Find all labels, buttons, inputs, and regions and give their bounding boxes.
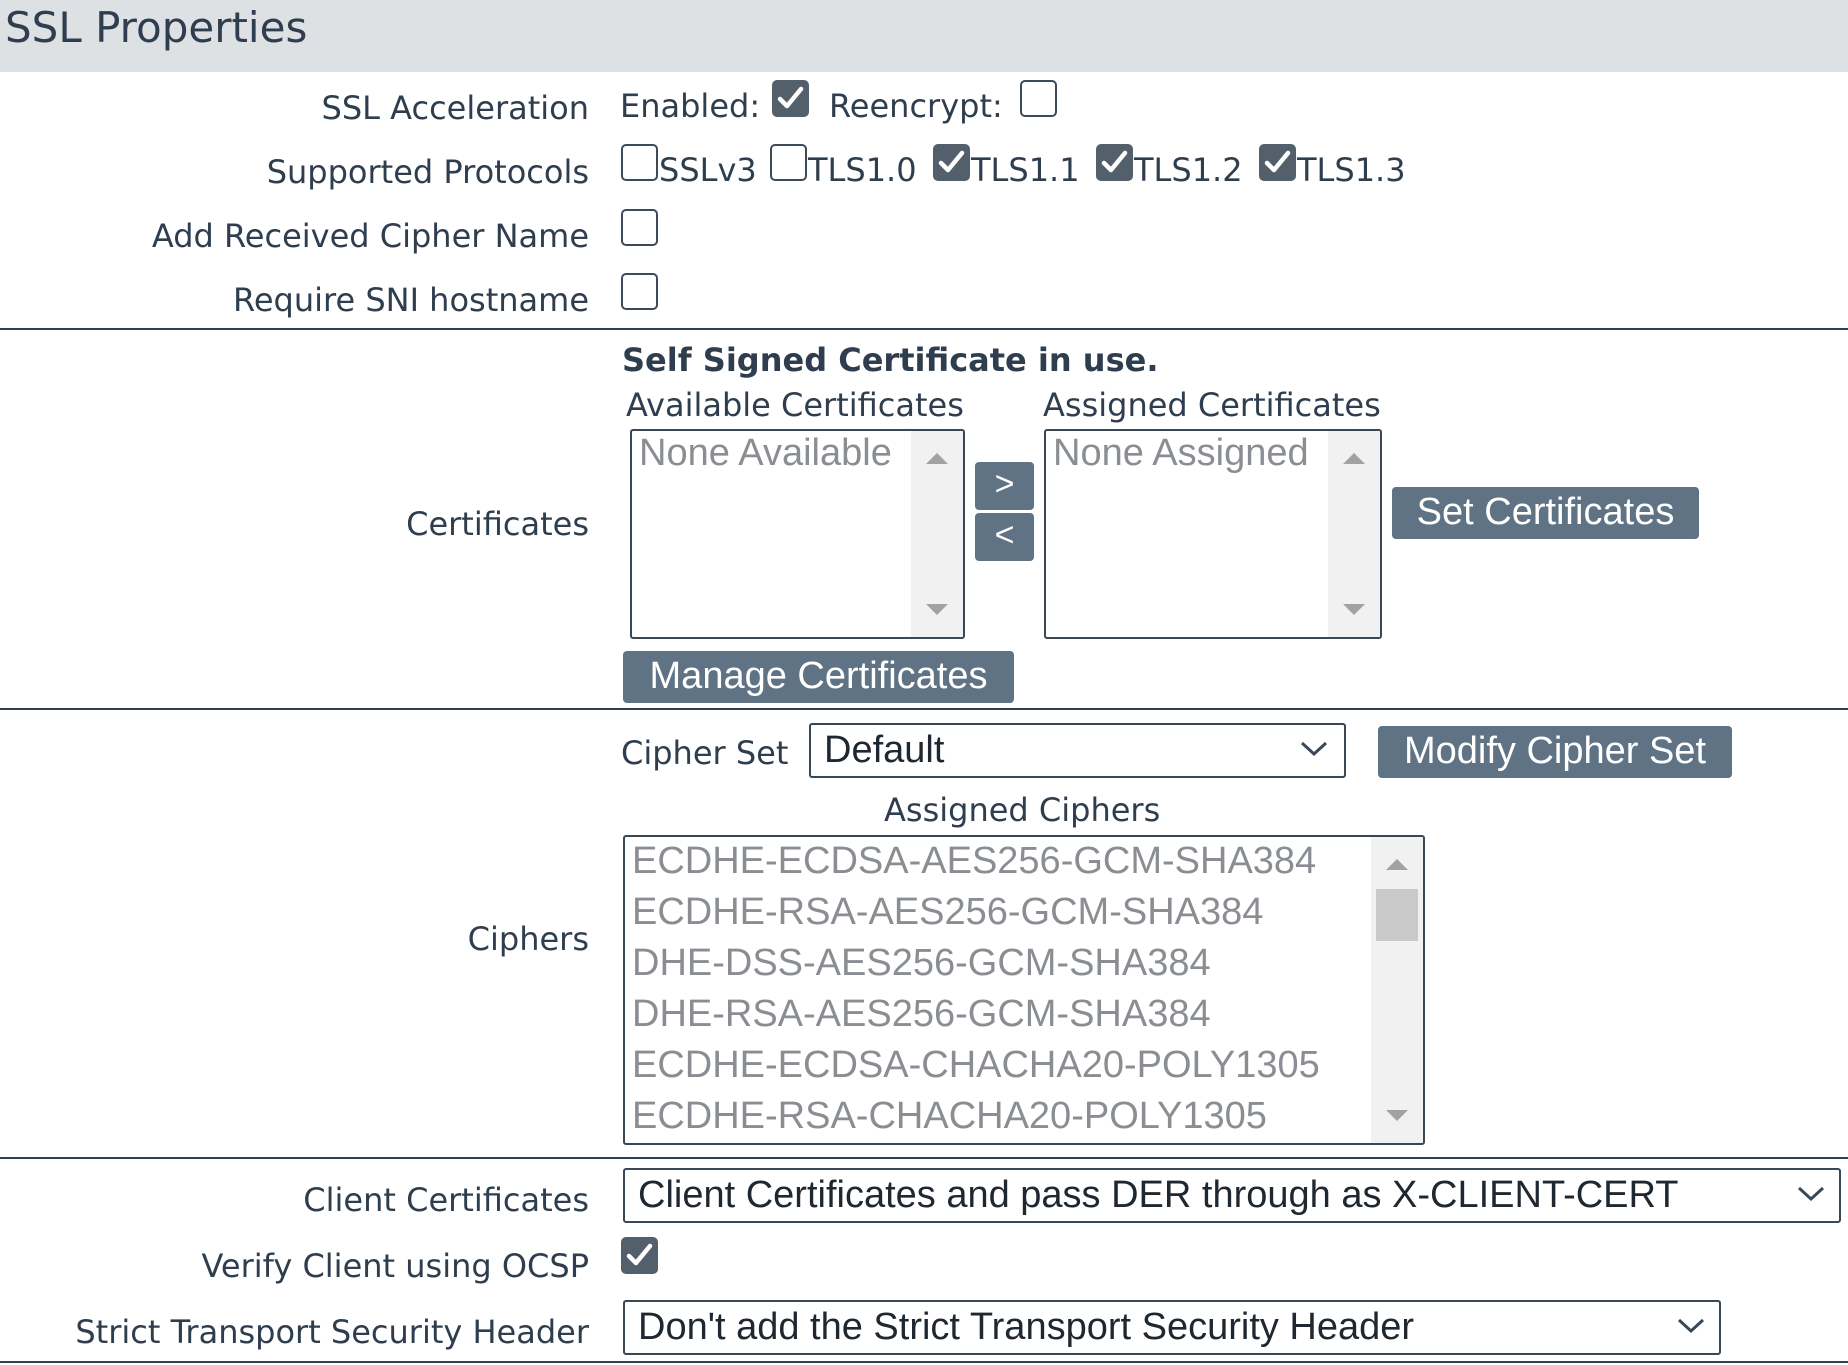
- set-certificates-button[interactable]: Set Certificates: [1392, 487, 1699, 539]
- protocol-tls11-checkbox[interactable]: [933, 144, 970, 181]
- hsts-value: Don't add the Strict Transport Security …: [638, 1306, 1415, 1348]
- ssl-properties-page: SSL Properties SSL Acceleration Enabled:…: [0, 0, 1848, 1365]
- verify-ocsp-label: Verify Client using OCSP: [201, 1247, 589, 1285]
- assigned-ciphers-list[interactable]: ECDHE-ECDSA-AES256-GCM-SHA384 ECDHE-RSA-…: [623, 835, 1425, 1145]
- cipher-item[interactable]: ECDHE-ECDSA-AES256-GCM-SHA384: [632, 839, 1316, 883]
- protocol-tls12-checkbox[interactable]: [1096, 144, 1133, 181]
- chevron-down-icon: [1797, 1186, 1825, 1202]
- assigned-certificates-label: Assigned Certificates: [1043, 386, 1381, 424]
- protocol-tls10-checkbox[interactable]: [770, 144, 807, 181]
- assigned-certificates-scrollbar[interactable]: [1328, 431, 1380, 637]
- verify-ocsp-checkbox[interactable]: [621, 1237, 658, 1274]
- protocol-tls12-label: TLS1.2: [1134, 151, 1243, 189]
- supported-protocols-label: Supported Protocols: [266, 153, 589, 191]
- cipher-item[interactable]: ECDHE-RSA-AES256-GCM-SHA384: [632, 890, 1263, 934]
- require-sni-label: Require SNI hostname: [233, 281, 589, 319]
- assigned-certificates-list[interactable]: None Assigned: [1044, 429, 1382, 639]
- ciphers-label: Ciphers: [467, 920, 589, 958]
- cipher-item[interactable]: DHE-RSA-AES256-GCM-SHA384: [632, 992, 1211, 1036]
- reencrypt-checkbox[interactable]: [1020, 80, 1057, 117]
- assigned-certificate-item[interactable]: None Assigned: [1053, 431, 1309, 475]
- scrollbar-thumb[interactable]: [1376, 889, 1418, 941]
- reencrypt-label: Reencrypt:: [829, 87, 1003, 125]
- require-sni-checkbox[interactable]: [621, 273, 658, 310]
- protocol-tls11-label: TLS1.1: [971, 151, 1080, 189]
- add-cipher-name-checkbox[interactable]: [621, 209, 658, 246]
- cipher-set-select[interactable]: Default: [809, 723, 1346, 778]
- separator: [0, 1157, 1848, 1159]
- hsts-label: Strict Transport Security Header: [75, 1313, 589, 1351]
- separator: [0, 328, 1848, 330]
- section-title: SSL Properties: [5, 3, 308, 52]
- protocol-tls10-label: TLS1.0: [808, 151, 917, 189]
- available-certificates-label: Available Certificates: [626, 386, 964, 424]
- available-certificate-item[interactable]: None Available: [639, 431, 892, 475]
- protocol-tls13-checkbox[interactable]: [1259, 144, 1296, 181]
- chevron-down-icon: [1300, 741, 1328, 757]
- available-certificates-list[interactable]: None Available: [630, 429, 965, 639]
- client-certificates-select[interactable]: Client Certificates and pass DER through…: [623, 1168, 1841, 1223]
- assigned-ciphers-scrollbar[interactable]: [1371, 837, 1423, 1143]
- ssl-enabled-checkbox[interactable]: [772, 80, 809, 117]
- manage-certificates-button[interactable]: Manage Certificates: [623, 651, 1014, 703]
- cipher-set-label: Cipher Set: [621, 734, 789, 772]
- cipher-item[interactable]: DHE-DSS-AES256-GCM-SHA384: [632, 941, 1211, 985]
- available-certificates-scrollbar[interactable]: [911, 431, 963, 637]
- protocol-sslv3-checkbox[interactable]: [621, 144, 658, 181]
- separator: [0, 1361, 1848, 1363]
- section-header: SSL Properties: [0, 0, 1848, 72]
- hsts-select[interactable]: Don't add the Strict Transport Security …: [623, 1300, 1721, 1355]
- cipher-set-value: Default: [824, 729, 945, 771]
- scroll-down-arrow-icon[interactable]: [1386, 1110, 1408, 1121]
- certificates-label: Certificates: [406, 505, 589, 543]
- scroll-up-arrow-icon[interactable]: [1386, 859, 1408, 870]
- ssl-acceleration-label: SSL Acceleration: [321, 89, 589, 127]
- cipher-item[interactable]: ECDHE-RSA-CHACHA20-POLY1305: [632, 1094, 1267, 1138]
- move-right-button[interactable]: >: [975, 462, 1034, 510]
- self-signed-notice: Self Signed Certificate in use.: [622, 341, 1159, 379]
- separator: [0, 708, 1848, 710]
- chevron-down-icon: [1677, 1318, 1705, 1334]
- protocol-sslv3-label: SSLv3: [659, 151, 757, 189]
- enabled-label: Enabled:: [620, 87, 761, 125]
- add-cipher-name-label: Add Received Cipher Name: [151, 217, 589, 255]
- client-certificates-label: Client Certificates: [303, 1181, 589, 1219]
- move-left-button[interactable]: <: [975, 513, 1034, 561]
- cipher-item[interactable]: ECDHE-ECDSA-CHACHA20-POLY1305: [632, 1043, 1320, 1087]
- scroll-down-arrow-icon[interactable]: [1343, 604, 1365, 615]
- assigned-ciphers-label: Assigned Ciphers: [884, 791, 1161, 829]
- scroll-up-arrow-icon[interactable]: [1343, 453, 1365, 464]
- scroll-down-arrow-icon[interactable]: [926, 604, 948, 615]
- scroll-up-arrow-icon[interactable]: [926, 453, 948, 464]
- modify-cipher-set-button[interactable]: Modify Cipher Set: [1378, 726, 1732, 778]
- protocol-tls13-label: TLS1.3: [1297, 151, 1406, 189]
- client-certificates-value: Client Certificates and pass DER through…: [638, 1174, 1679, 1216]
